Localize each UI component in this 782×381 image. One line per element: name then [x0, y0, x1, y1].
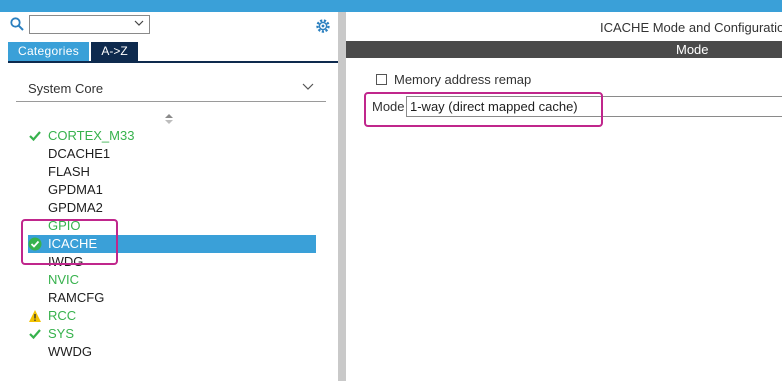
list-item-label: RCC [48, 308, 77, 323]
chevron-down-icon[interactable] [134, 18, 144, 28]
list-item-gpdma2[interactable]: GPDMA2 [28, 199, 316, 217]
config-panel [346, 12, 782, 381]
tab-underline [8, 61, 338, 63]
top-bar [0, 0, 782, 12]
category-select-value: System Core [28, 81, 104, 96]
chevron-down-icon [302, 83, 314, 90]
search-input[interactable] [29, 15, 150, 34]
list-item-label: NVIC [48, 272, 80, 287]
page-title: ICACHE Mode and Configuratio [600, 20, 782, 35]
list-item-wwdg[interactable]: WWDG [28, 343, 316, 361]
list-item-dcache1[interactable]: DCACHE1 [28, 145, 316, 163]
memory-remap-checkbox[interactable] [376, 74, 387, 85]
list-item-label: CORTEX_M33 [48, 128, 135, 143]
list-item-ramcfg[interactable]: RAMCFG [28, 289, 316, 307]
tab-a-z[interactable]: A->Z [91, 42, 138, 61]
panel-splitter[interactable] [338, 12, 346, 381]
list-item-rcc[interactable]: RCC [28, 307, 316, 325]
list-item-nvic[interactable]: NVIC [28, 271, 316, 289]
tab-categories[interactable]: Categories [8, 42, 89, 61]
list-item-label: WWDG [48, 344, 93, 359]
gear-icon[interactable] [314, 17, 332, 35]
list-item-cortex-m33[interactable]: CORTEX_M33 [28, 127, 316, 145]
list-item-label: FLASH [48, 164, 90, 179]
section-header-mode[interactable]: Mode [346, 41, 782, 58]
search-icon[interactable] [10, 17, 24, 31]
category-select[interactable]: System Core [16, 76, 326, 102]
list-item-label: SYS [48, 326, 75, 341]
sort-icon[interactable] [164, 113, 174, 125]
list-item-flash[interactable]: FLASH [28, 163, 316, 181]
list-item-label: RAMCFG [48, 290, 105, 305]
check-icon [29, 329, 41, 340]
list-item-gpdma1[interactable]: GPDMA1 [28, 181, 316, 199]
check-icon [29, 131, 41, 142]
memory-remap-label: Memory address remap [394, 72, 532, 87]
warning-icon [29, 310, 41, 322]
list-item-label: GPDMA1 [48, 182, 103, 197]
list-item-label: DCACHE1 [48, 146, 111, 161]
list-item-sys[interactable]: SYS [28, 325, 316, 343]
list-item-label: GPDMA2 [48, 200, 103, 215]
highlight-box-icache [21, 219, 118, 265]
highlight-box-mode [364, 92, 603, 127]
section-header-label: Mode [676, 42, 709, 57]
